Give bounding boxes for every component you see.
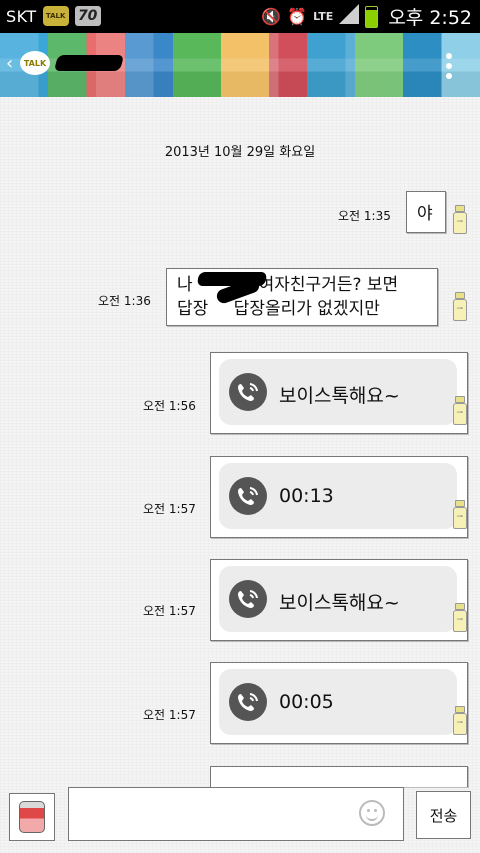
message-time: 오전 1:36 [98,294,151,308]
profile-avatar-milk-icon[interactable]: milk [453,706,467,735]
overflow-menu-icon[interactable] [446,53,452,79]
profile-avatar-milk-icon[interactable]: milk [453,396,467,425]
clock-time: 2:52 [429,7,472,29]
back-arrow-icon[interactable]: ‹ [6,53,13,74]
message-bubble[interactable]: 야 [406,191,446,233]
message-time: 오전 1:35 [338,209,391,223]
message-time: 오전 1:56 [143,399,196,413]
voice-talk-card[interactable]: 00:05 [219,669,457,735]
message-text: 답장올리가 없겠지만 [228,299,380,319]
voice-talk-card[interactable]: 보이스톡해요~ [219,359,457,425]
clock-ampm: 오후 [388,7,424,29]
voice-message-label: 보이스톡해요~ [279,385,400,407]
voice-message-label: 00:13 [279,485,334,507]
voice-message-label: 보이스톡해요~ [279,592,400,614]
message-time: 오전 1:57 [143,502,196,516]
voice-message-label: 00:05 [279,691,334,713]
date-divider: 2013년 10월 29일 화요일 [164,145,316,160]
voice-message-bubble[interactable]: 00:13 [210,456,468,538]
alarm-icon: ⏰ [287,7,308,26]
profile-avatar-milk-icon[interactable]: milk [453,205,467,234]
phone-call-icon [229,477,267,515]
voice-talk-card[interactable]: 보이스톡해요~ [219,566,457,632]
message-time: 오전 1:57 [143,604,196,618]
emoticon-menu-button[interactable] [9,793,55,841]
message-text: 나 [177,275,193,295]
status-bar: SKT TALK 70 🔇 ⏰ LTE 오후 2:52 [0,0,480,33]
jam-jar-icon [19,801,45,833]
battery-icon [365,5,379,28]
profile-avatar-milk-icon[interactable]: milk [453,292,467,321]
phone-call-icon [229,373,267,411]
send-button[interactable]: 전송 [416,791,471,839]
message-text: 여자친구거든? 보면 [258,275,399,295]
input-bar: 전송 [0,783,480,853]
kakaotalk-notification-icon: TALK [42,6,69,26]
voice-message-bubble[interactable]: 00:05 [210,662,468,744]
message-text: 답장 [177,299,209,319]
clock: 오후 2:52 [388,3,472,30]
phone-call-icon [229,683,267,721]
signal-icon [339,4,360,29]
carrier-label: SKT [6,6,37,26]
voice-talk-card[interactable]: 00:13 [219,463,457,529]
voice-message-bubble[interactable]: 보이스톡해요~ [210,352,468,434]
phone-call-icon [229,580,267,618]
chat-header: ‹ TALK [0,33,480,97]
kakaotalk-logo[interactable]: TALK [20,51,50,75]
message-time: 오전 1:57 [143,708,196,722]
profile-avatar-milk-icon[interactable]: milk [453,500,467,529]
notification-badge: 70 [74,6,101,26]
message-text: 야 [417,204,433,224]
redacted-chat-name [53,55,125,71]
mute-icon: 🔇 [261,7,282,26]
profile-avatar-milk-icon[interactable]: milk [453,603,467,632]
smiley-icon[interactable] [359,800,385,826]
voice-message-bubble[interactable]: 보이스톡해요~ [210,559,468,641]
message-input[interactable] [68,787,404,841]
network-type-label: LTE [313,9,334,23]
